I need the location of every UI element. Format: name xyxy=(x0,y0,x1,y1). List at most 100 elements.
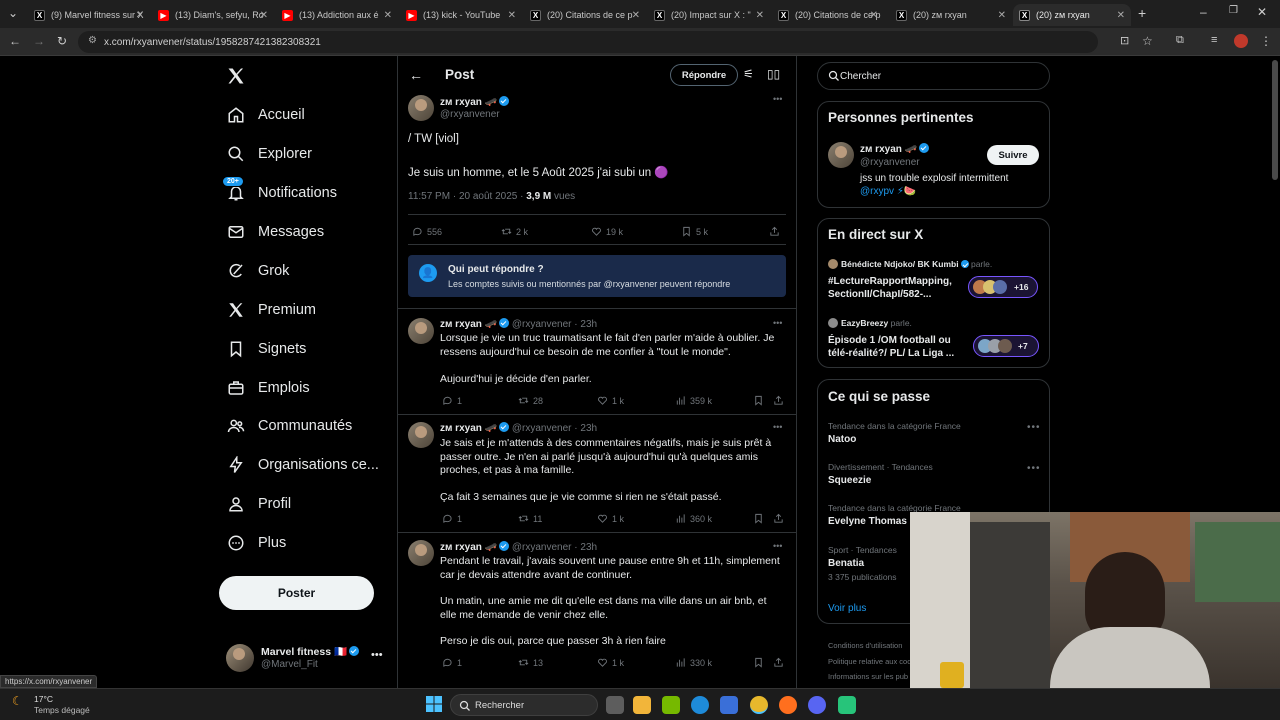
nav-item-profile[interactable]: Profil xyxy=(226,487,291,521)
relevant-avatar[interactable] xyxy=(828,142,854,168)
author-name[interactable]: zᴍ rxyan 🛹 xyxy=(440,96,510,108)
nav-item-messages[interactable]: Messages xyxy=(226,215,324,249)
nvidia-icon[interactable] xyxy=(662,696,680,714)
live-space-item[interactable]: EazyBreezy parle. Épisode 1 /OM football… xyxy=(828,317,1043,361)
profile-avatar-icon[interactable] xyxy=(1234,34,1248,48)
new-tab-icon[interactable]: + xyxy=(1138,5,1146,21)
task-view-icon[interactable] xyxy=(606,696,624,714)
footer-link[interactable]: Politique relative aux coo xyxy=(828,657,911,666)
nav-item-communities[interactable]: Communautés xyxy=(226,409,352,443)
like-action[interactable]: 1 k xyxy=(597,513,624,524)
post-button[interactable]: Poster xyxy=(219,576,374,610)
like-action[interactable]: 19 k xyxy=(591,226,623,237)
trend-more-icon[interactable]: ••• xyxy=(1027,463,1041,474)
reply-avatar[interactable] xyxy=(408,540,434,566)
close-tab-icon[interactable]: ✕ xyxy=(756,10,764,21)
minimize-icon[interactable]: – xyxy=(1200,5,1207,19)
reply-action[interactable]: 1 xyxy=(442,657,462,668)
browser-tab[interactable]: ▶ (13) kick - YouTube ✕ xyxy=(400,4,522,26)
close-tab-icon[interactable]: ✕ xyxy=(508,10,516,21)
site-info-icon[interactable]: ⚙ xyxy=(88,35,97,46)
browser-tab[interactable]: X (20) Citations de ce p ✕ xyxy=(524,4,646,26)
relevant-bio-link[interactable]: @rxypv ⚡🍉 xyxy=(860,186,916,197)
trend-name[interactable]: Natoo xyxy=(828,434,856,445)
nav-item-organizations[interactable]: Organisations ce... xyxy=(226,448,379,482)
edge-icon[interactable] xyxy=(691,696,709,714)
url-field[interactable]: ⚙ x.com/rxyanvener/status/19582874213823… xyxy=(78,31,1098,53)
author-handle[interactable]: @rxyanvener xyxy=(440,109,500,120)
close-tab-icon[interactable]: ✕ xyxy=(632,10,640,21)
views-stat[interactable]: 359 k xyxy=(675,395,712,406)
bookmark-action[interactable] xyxy=(753,395,768,406)
close-tab-icon[interactable]: ✕ xyxy=(870,10,878,21)
reply-action[interactable]: 1 xyxy=(442,395,462,406)
browser-tab[interactable]: X (20) Impact sur X : " ✕ xyxy=(648,4,770,26)
browser-tab[interactable]: X (20) Citations de ce p ✕ xyxy=(772,4,884,26)
reply-avatar[interactable] xyxy=(408,422,434,448)
reply-action[interactable]: 1 xyxy=(442,513,462,524)
extensions-icon[interactable]: ⧉ xyxy=(1176,34,1184,47)
nav-item-explore[interactable]: Explorer xyxy=(226,137,312,171)
browser-tab[interactable]: X (9) Marvel fitness sur X ✕ xyxy=(28,4,150,26)
share-action[interactable] xyxy=(769,226,784,237)
filter-icon[interactable]: ⚟ xyxy=(743,67,754,81)
store-icon[interactable] xyxy=(720,696,738,714)
nav-item-grok[interactable]: Grok xyxy=(226,254,289,288)
windows-start-icon[interactable] xyxy=(426,696,442,712)
nav-item-notifications[interactable]: 20+ Notifications xyxy=(222,176,337,210)
nav-item-home[interactable]: Accueil xyxy=(226,98,305,132)
post-more-icon[interactable]: ••• xyxy=(773,94,782,104)
browser-tab[interactable]: ▶ (13) Addiction aux é ✕ xyxy=(276,4,398,26)
show-more-link[interactable]: Voir plus xyxy=(828,603,866,614)
nav-item-premium[interactable]: Premium xyxy=(226,293,316,327)
close-tab-icon[interactable]: ✕ xyxy=(136,10,144,21)
reply-more-icon[interactable]: ••• xyxy=(773,422,782,432)
reload-icon[interactable]: ↻ xyxy=(57,34,67,48)
browser-tab[interactable]: ▶ (13) Diam's, sefyu, Ro ✕ xyxy=(152,4,274,26)
forward-icon[interactable]: → xyxy=(33,34,45,48)
trend-name[interactable]: Benatia xyxy=(828,558,864,569)
reply-more-icon[interactable]: ••• xyxy=(773,541,782,551)
reader-view-icon[interactable]: ▯▯ xyxy=(767,67,780,81)
reply-action[interactable]: 556 xyxy=(412,226,442,237)
reply-button[interactable]: Répondre xyxy=(670,64,738,86)
bookmark-action[interactable] xyxy=(753,513,768,524)
firefox-icon[interactable] xyxy=(779,696,797,714)
back-arrow-icon[interactable]: ← xyxy=(409,67,423,83)
browser-tab[interactable]: X (20) zᴍ rxyan ✕ xyxy=(890,4,1012,26)
maximize-icon[interactable]: ❐ xyxy=(1229,5,1238,16)
close-window-icon[interactable]: ✕ xyxy=(1257,5,1267,19)
tab-search-icon[interactable]: ⌄ xyxy=(8,6,18,20)
follow-button[interactable]: Suivre xyxy=(987,145,1039,165)
repost-action[interactable]: 2 k xyxy=(501,226,528,237)
media-control-icon[interactable]: ≡ xyxy=(1211,34,1217,46)
trend-name[interactable]: Evelyne Thomas xyxy=(828,516,907,527)
close-tab-icon[interactable]: ✕ xyxy=(384,10,392,21)
relevant-handle[interactable]: @rxyanvener xyxy=(860,157,920,168)
taskbar-search[interactable]: Rechercher xyxy=(450,694,598,716)
bookmark-action[interactable]: 5 k xyxy=(681,226,708,237)
live-space-item[interactable]: Bénédicte Ndjoko/ BK Kumbi parle. #Lectu… xyxy=(828,258,1043,302)
account-more-icon[interactable]: ••• xyxy=(371,649,383,661)
nav-item-jobs[interactable]: Emplois xyxy=(226,371,310,405)
trend-more-icon[interactable]: ••• xyxy=(1027,422,1041,433)
browser-menu-icon[interactable]: ⋮ xyxy=(1260,34,1272,48)
trend-name[interactable]: Squeezie xyxy=(828,475,871,486)
relevant-name[interactable]: zᴍ rxyan 🛹 xyxy=(860,143,930,155)
reply-avatar[interactable] xyxy=(408,318,434,344)
install-app-icon[interactable]: ⊡ xyxy=(1120,34,1129,47)
page-scrollbar[interactable] xyxy=(1272,60,1278,180)
nav-item-bookmarks[interactable]: Signets xyxy=(226,332,306,366)
account-switcher[interactable]: Marvel fitness 🇫🇷 @Marvel_Fit ••• xyxy=(226,644,386,676)
bookmark-star-icon[interactable]: ☆ xyxy=(1142,34,1153,48)
footer-link[interactable]: Conditions d'utilisation xyxy=(828,641,902,650)
author-avatar[interactable] xyxy=(408,95,434,121)
reply-author[interactable]: zᴍ rxyan 🛹 @rxyanvener · 23h xyxy=(440,541,597,553)
x-logo-icon[interactable] xyxy=(226,66,246,86)
reply-more-icon[interactable]: ••• xyxy=(773,318,782,328)
repost-action[interactable]: 28 xyxy=(518,395,543,406)
repost-action[interactable]: 13 xyxy=(518,657,543,668)
like-action[interactable]: 1 k xyxy=(597,657,624,668)
reply-author[interactable]: zᴍ rxyan 🛹 @rxyanvener · 23h xyxy=(440,318,597,330)
close-tab-icon[interactable]: ✕ xyxy=(260,10,268,21)
